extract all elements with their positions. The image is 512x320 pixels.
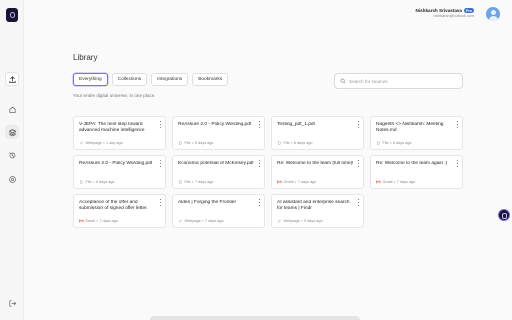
link-icon (79, 141, 84, 145)
search-icon (340, 78, 346, 84)
more-options-icon[interactable] (258, 160, 261, 167)
card-age: 6 days ago (95, 180, 115, 184)
file-icon (178, 141, 183, 145)
link-icon (178, 219, 183, 223)
card-age: 7 days ago (194, 180, 214, 184)
library-card[interactable]: Economic potential of McKinsey.pdf File … (172, 155, 265, 189)
page-subtitle: Your entire digital universe, in one pla… (73, 93, 156, 98)
card-age: 7 days ago (396, 180, 416, 184)
user-name: Nishkarsh Srivastava (415, 8, 462, 13)
library-card[interactable]: Testing_pdf_1.pdf File • 6 days ago (271, 116, 364, 150)
card-age: 6 days ago (293, 141, 313, 145)
library-card[interactable]: AI assistant and enterprise search for t… (271, 194, 364, 228)
sidebar-item-home[interactable] (5, 102, 19, 116)
card-age: 6 days ago (194, 141, 214, 145)
more-options-icon[interactable] (456, 121, 459, 128)
library-card[interactable]: Re: Welcome to the team again :) Gmail •… (370, 155, 463, 189)
gmail-icon (79, 219, 84, 223)
card-title: Economic potential of McKinsey.pdf (178, 161, 254, 166)
library-card[interactable]: Re: Welcome to the team (full time)! Gma… (271, 155, 364, 189)
card-age: 9 days ago (304, 219, 323, 223)
app-logo[interactable] (6, 8, 18, 22)
tab-bookmarks[interactable]: Bookmarks (192, 73, 229, 86)
sidebar (0, 0, 24, 320)
card-title: ReAssure 2.0 - Policy Wording.pdf (178, 122, 252, 127)
library-card[interactable]: Aldes | Forging the Frontier Webpage • 7… (172, 194, 265, 228)
tab-integrations[interactable]: Integrations (151, 73, 189, 86)
tab-bar: Everything Collections Integrations Book… (73, 73, 229, 86)
card-type: File (184, 141, 191, 145)
card-type: Email (85, 219, 96, 223)
more-options-icon[interactable] (159, 121, 162, 128)
sidebar-item-history[interactable] (5, 148, 19, 162)
card-type: Webpage (85, 141, 102, 145)
user-email: nishkarsh@outlook.com (433, 14, 474, 18)
card-title: ReAssure 2.0 - Policy Wording.pdf (79, 161, 153, 166)
library-card[interactable]: Nageeth <> Nishkarsh: Meeting Notes.md F… (370, 116, 463, 150)
card-title: Nageeth <> Nishkarsh: Meeting Notes.md (376, 122, 444, 133)
pro-badge: Pro (464, 8, 474, 13)
tab-everything[interactable]: Everything (73, 73, 108, 86)
library-card[interactable]: V-JEPA: The next step toward advanced ma… (73, 116, 166, 150)
card-age: 1 day ago (106, 141, 123, 145)
file-icon (79, 180, 84, 184)
card-type: File (283, 141, 290, 145)
library-card[interactable]: ReAssure 2.0 - Policy Wording.pdf File •… (73, 155, 166, 189)
link-icon (277, 219, 282, 223)
card-title: Aldes | Forging the Frontier (178, 200, 237, 205)
card-title: V-JEPA: The next step toward advanced ma… (79, 122, 145, 133)
more-options-icon[interactable] (258, 199, 261, 206)
home-icon (8, 106, 16, 113)
file-icon (277, 141, 282, 145)
file-icon (178, 180, 183, 184)
card-title: AI assistant and enterprise search for t… (277, 200, 350, 211)
card-type: Webpage (184, 219, 201, 223)
assistant-launcher-button[interactable] (498, 209, 510, 221)
logout-icon (8, 299, 16, 307)
card-age: 7 days ago (297, 180, 317, 184)
file-icon (376, 141, 381, 145)
library-card[interactable]: ReAssure 2.0 - Policy Wording.pdf File •… (172, 116, 265, 150)
more-options-icon[interactable] (357, 121, 360, 128)
upload-button[interactable] (5, 72, 19, 86)
logout-button[interactable] (5, 296, 19, 310)
card-age: 7 days ago (205, 219, 224, 223)
card-title: Acceptance of the offer and submission o… (79, 200, 148, 211)
card-title: Re: Welcome to the team again :) (376, 161, 448, 166)
library-grid: V-JEPA: The next step toward advanced ma… (73, 116, 463, 228)
page-title: Library (73, 53, 98, 62)
layers-icon (8, 128, 16, 136)
more-options-icon[interactable] (159, 160, 162, 167)
gmail-icon (277, 180, 282, 184)
more-options-icon[interactable] (456, 160, 459, 167)
card-title: Re: Welcome to the team (full time)! (277, 161, 354, 166)
tab-collections[interactable]: Collections (111, 73, 148, 86)
history-icon (9, 151, 15, 158)
target-icon (8, 175, 16, 183)
card-type: Gmail (382, 180, 393, 184)
upload-icon (8, 75, 16, 83)
sidebar-item-focus[interactable] (5, 172, 19, 186)
card-type: Webpage (283, 219, 300, 223)
card-type: File (382, 141, 389, 145)
more-options-icon[interactable] (357, 199, 360, 206)
card-age: 7 days ago (99, 219, 118, 223)
search-box[interactable] (334, 73, 463, 89)
bottom-bar (150, 316, 360, 320)
more-options-icon[interactable] (357, 160, 360, 167)
card-title: Testing_pdf_1.pdf (277, 122, 315, 127)
search-input[interactable] (349, 78, 459, 84)
sidebar-item-library[interactable] (5, 125, 19, 139)
card-type: File (184, 180, 191, 184)
card-age: 6 days ago (392, 141, 412, 145)
user-info: Nishkarsh Srivastava Pro nishkarsh@outlo… (416, 8, 474, 18)
library-card[interactable]: Acceptance of the offer and submission o… (73, 194, 166, 228)
card-type: File (85, 180, 92, 184)
gmail-icon (376, 180, 381, 184)
card-type: Gmail (283, 180, 294, 184)
more-options-icon[interactable] (258, 121, 261, 128)
avatar[interactable] (486, 7, 500, 21)
more-options-icon[interactable] (159, 199, 162, 206)
